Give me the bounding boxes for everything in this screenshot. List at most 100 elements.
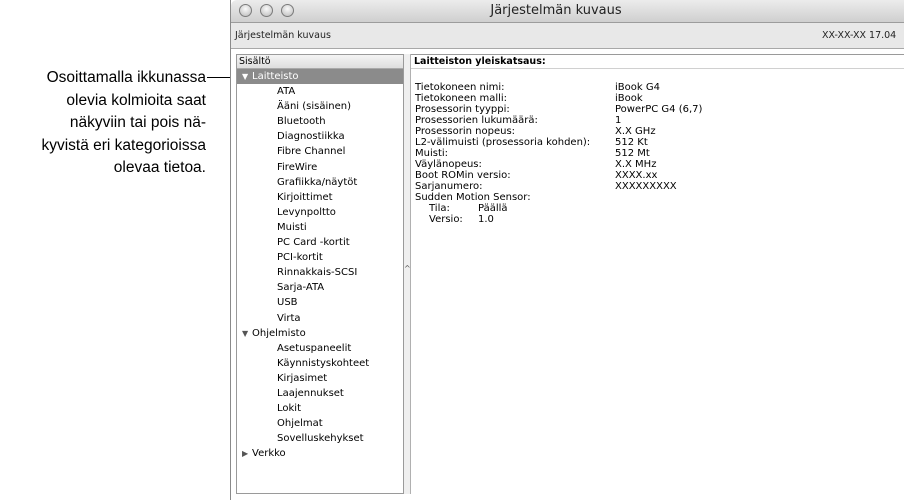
info-value: X.X GHz bbox=[615, 126, 656, 137]
sidebar-item[interactable]: ATA bbox=[237, 84, 403, 99]
sidebar-item[interactable]: Ohjelmat bbox=[237, 416, 403, 431]
sidebar-item-label: Bluetooth bbox=[277, 116, 326, 128]
info-value: PowerPC G4 (6,7) bbox=[615, 104, 703, 115]
sidebar-item-label: Fibre Channel bbox=[277, 146, 346, 158]
split-view-divider[interactable] bbox=[404, 54, 411, 494]
sidebar-item[interactable]: Laajennukset bbox=[237, 386, 403, 401]
info-key: Väylänopeus: bbox=[415, 159, 482, 170]
info-value: 512 Mt bbox=[615, 148, 650, 159]
sidebar-item[interactable]: Asetuspaneelit bbox=[237, 341, 403, 356]
sidebar-item-label: Laitteisto bbox=[252, 71, 299, 82]
sidebar-item-label: Käynnistyskohteet bbox=[277, 357, 370, 369]
sidebar-list: ▼ Laitteisto ATA Ääni (sisäinen) Bluetooth Di… bbox=[237, 69, 403, 461]
info-value: 1 bbox=[615, 115, 622, 126]
sidebar-item-label: Grafiikka/näytöt bbox=[277, 176, 358, 188]
info-key: Sarjanumero: bbox=[415, 181, 483, 192]
info-key: Muisti: bbox=[415, 148, 449, 159]
sidebar-item[interactable]: Diagnostiikka bbox=[237, 129, 403, 144]
sidebar-item-label: Muisti bbox=[277, 221, 307, 233]
sidebar-item[interactable]: Grafiikka/näytöt bbox=[237, 175, 403, 190]
sidebar-item[interactable]: PCI-kortit bbox=[237, 250, 403, 265]
sidebar-item[interactable]: Lokit bbox=[237, 401, 403, 416]
info-row: Tietokoneen malli: iBook bbox=[415, 93, 643, 104]
sidebar-item-label: Sarja-ATA bbox=[277, 282, 325, 294]
sidebar-item-label: Virta bbox=[277, 312, 301, 324]
sidebar-category[interactable]: ▶ Verkko bbox=[237, 446, 403, 461]
info-row: Prosessorin tyyppi: PowerPC G4 (6,7) bbox=[415, 104, 702, 115]
sidebar-item[interactable]: Muisti bbox=[237, 220, 403, 235]
sidebar-item[interactable]: Sarja-ATA bbox=[237, 280, 403, 295]
sms-key: Versio: bbox=[429, 214, 463, 225]
callout-text: Osoittamalla ikkunassa olevia kolmioita … bbox=[0, 67, 206, 180]
sms-label: Sudden Motion Sensor: bbox=[415, 192, 531, 203]
sidebar-item-label: FireWire bbox=[277, 161, 318, 173]
sidebar-item-label: Diagnostiikka bbox=[277, 131, 345, 143]
info-value: XXXXXXXXX bbox=[615, 181, 677, 192]
info-row: Tietokoneen nimi: iBook G4 bbox=[415, 82, 660, 93]
sms-value: Päällä bbox=[478, 203, 508, 214]
chevron-up-icon[interactable]: ^ bbox=[404, 264, 411, 273]
sidebar-item-label: PC Card -kortit bbox=[277, 237, 350, 249]
sidebar-item[interactable]: FireWire bbox=[237, 160, 403, 175]
title-bar[interactable]: Järjestelmän kuvaus bbox=[231, 0, 904, 23]
info-key: Tietokoneen malli: bbox=[415, 93, 508, 104]
sidebar-category[interactable]: ▼ Ohjelmisto bbox=[237, 326, 403, 341]
sidebar-item[interactable]: Kirjasimet bbox=[237, 371, 403, 386]
info-row: Muisti: 512 Mt bbox=[415, 148, 650, 159]
callout-line-3: näkyviin tai pois nä- bbox=[69, 114, 206, 131]
sidebar-item-label: Ääni (sisäinen) bbox=[277, 101, 351, 113]
info-row: Väylänopeus: X.X MHz bbox=[415, 159, 656, 170]
disclosure-triangle-down-icon[interactable]: ▼ bbox=[242, 326, 252, 341]
sidebar-item-label: Ohjelmat bbox=[277, 418, 323, 430]
disclosure-triangle-down-icon[interactable]: ▼ bbox=[242, 69, 252, 84]
info-key: Prosessorin tyyppi: bbox=[415, 104, 510, 115]
disclosure-triangle-right-icon[interactable]: ▶ bbox=[242, 446, 252, 461]
window-title: Järjestelmän kuvaus bbox=[490, 3, 622, 18]
detail-title: Laitteiston yleiskatsaus: bbox=[411, 55, 904, 69]
info-key: Boot ROMin versio: bbox=[415, 170, 511, 181]
sidebar-item[interactable]: Levynpoltto bbox=[237, 205, 403, 220]
sidebar-item[interactable]: Rinnakkais-SCSI bbox=[237, 265, 403, 280]
contents-sidebar[interactable]: Sisältö ▼ Laitteisto ATA Ääni (sisäinen) Blu… bbox=[236, 54, 404, 494]
sidebar-item[interactable]: Ääni (sisäinen) bbox=[237, 99, 403, 114]
system-profiler-window: Järjestelmän kuvaus Järjestelmän kuvaus … bbox=[230, 0, 904, 500]
sidebar-item[interactable]: Kirjoittimet bbox=[237, 190, 403, 205]
info-row: Prosessorin nopeus: X.X GHz bbox=[415, 126, 656, 137]
sidebar-item[interactable]: Sovelluskehykset bbox=[237, 431, 403, 446]
sidebar-item-label: Lokit bbox=[277, 403, 302, 415]
info-key: Prosessorin nopeus: bbox=[415, 126, 516, 137]
sidebar-item[interactable]: Käynnistyskohteet bbox=[237, 356, 403, 371]
computer-name-label: Järjestelmän kuvaus bbox=[235, 30, 331, 41]
sms-row: Tila: Päällä bbox=[415, 203, 615, 214]
info-key: L2-välimuisti (prosessoria kohden): bbox=[415, 137, 591, 148]
hardware-overview: Tietokoneen nimi: iBook G4 Tietokoneen mal… bbox=[415, 82, 702, 225]
info-key: Prosessorien lukumäärä: bbox=[415, 115, 538, 126]
info-bar: Järjestelmän kuvaus XX-XX-XX 17.04 bbox=[231, 23, 904, 49]
info-row: L2-välimuisti (prosessoria kohden): 512 K… bbox=[415, 137, 648, 148]
info-value: iBook G4 bbox=[615, 82, 660, 93]
sidebar-item[interactable]: PC Card -kortit bbox=[237, 235, 403, 250]
sidebar-category[interactable]: ▼ Laitteisto bbox=[237, 69, 403, 85]
detail-pane: Laitteiston yleiskatsaus: Tietokoneen ni… bbox=[411, 54, 904, 495]
callout-line-4: kyvistä eri kategorioissa bbox=[41, 136, 206, 154]
info-value: 512 Kt bbox=[615, 137, 648, 148]
sms-key: Tila: bbox=[429, 203, 450, 214]
sidebar-item-label: Kirjasimet bbox=[277, 372, 328, 384]
sidebar-header[interactable]: Sisältö bbox=[237, 55, 403, 69]
sidebar-item[interactable]: Fibre Channel bbox=[237, 144, 403, 159]
sidebar-item-label: Rinnakkais-SCSI bbox=[277, 267, 358, 279]
sidebar-item-label: Kirjoittimet bbox=[277, 191, 333, 203]
sidebar-item-label: Levynpoltto bbox=[277, 206, 336, 218]
sidebar-item[interactable]: Virta bbox=[237, 311, 403, 326]
sidebar-item[interactable]: USB bbox=[237, 295, 403, 310]
info-key: Tietokoneen nimi: bbox=[415, 82, 505, 93]
date-time-label: XX-XX-XX 17.04 bbox=[822, 30, 897, 41]
sidebar-item-label: Sovelluskehykset bbox=[277, 433, 364, 445]
sms-row: Versio: 1.0 bbox=[415, 214, 615, 225]
callout-line-1: Osoittamalla ikkunassa bbox=[46, 69, 206, 86]
info-value: X.X MHz bbox=[615, 159, 657, 170]
sidebar-item-label: Laajennukset bbox=[277, 387, 344, 399]
info-row: Prosessorien lukumäärä: 1 bbox=[415, 115, 621, 126]
callout-line-5: olevaa tietoa. bbox=[113, 159, 206, 176]
sidebar-item[interactable]: Bluetooth bbox=[237, 114, 403, 129]
